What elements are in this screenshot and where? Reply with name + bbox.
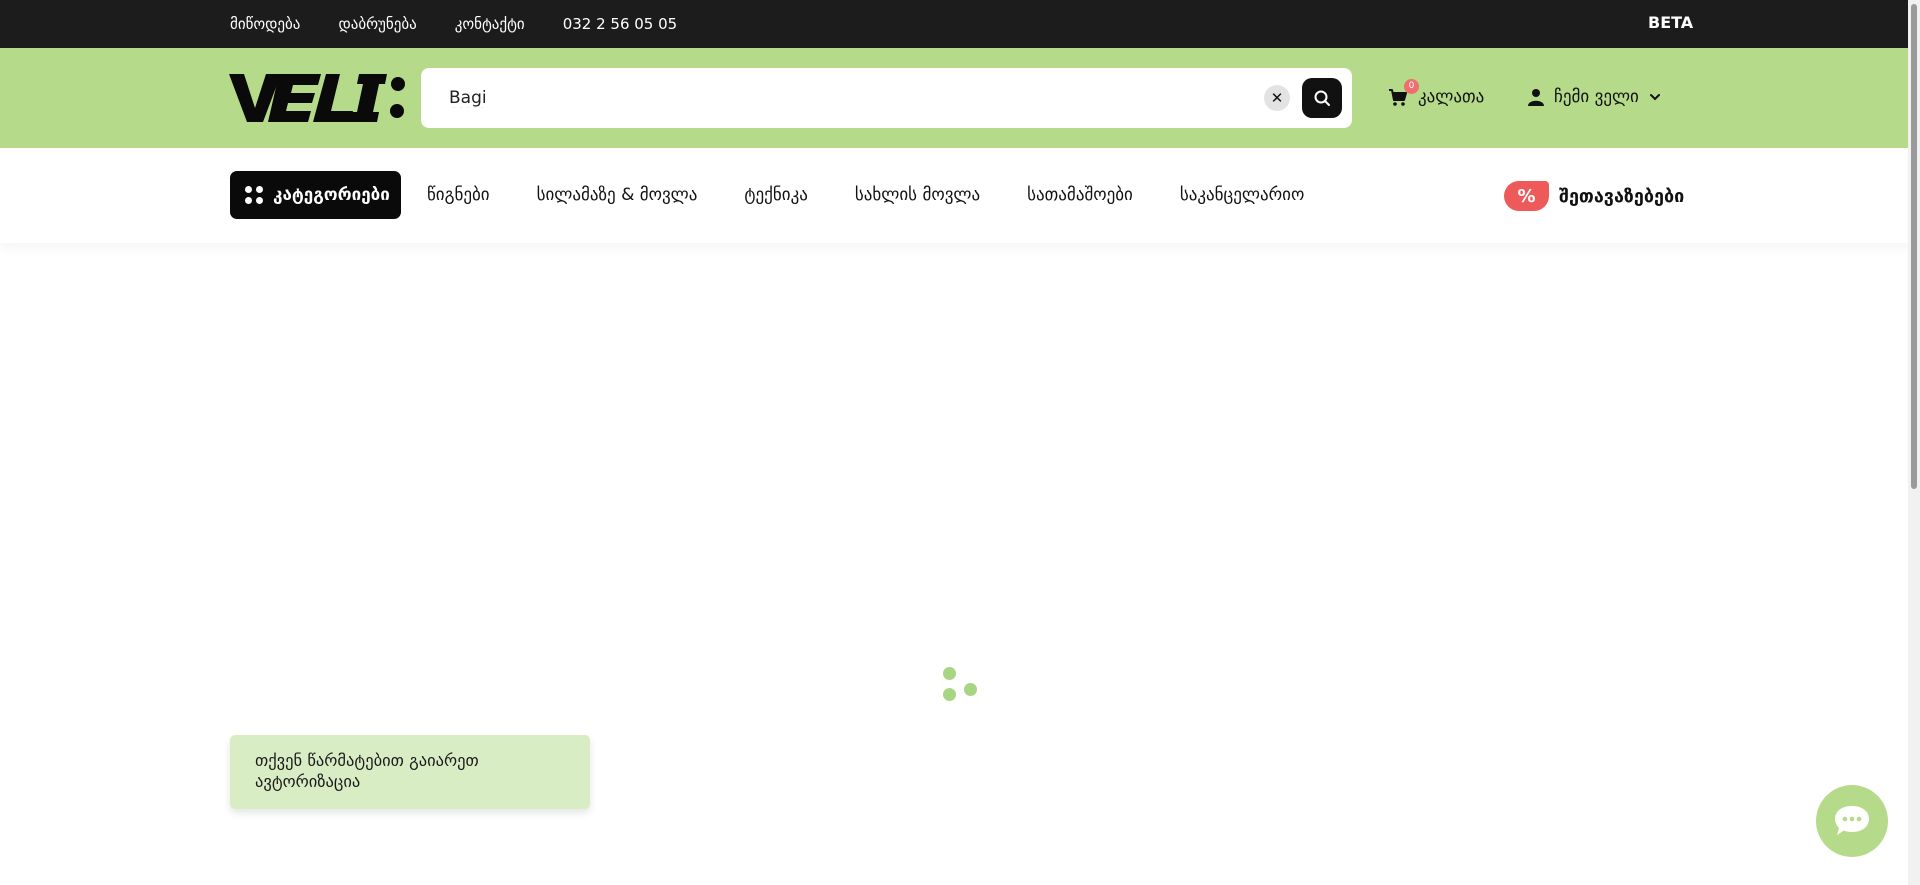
spinner-dot bbox=[943, 667, 956, 680]
categories-button[interactable]: კატეგორიები bbox=[230, 171, 401, 219]
search-icon bbox=[1314, 90, 1330, 106]
account-menu[interactable]: ჩემი ველი bbox=[1528, 82, 1661, 112]
login-success-toast: თქვენ წარმატებით გაიარეთ ავტორიზაცია bbox=[230, 735, 590, 809]
cart-button[interactable]: 0 კალათა bbox=[1388, 79, 1485, 112]
header: ✕ 0 კალათა ჩემი ველი bbox=[0, 48, 1920, 148]
offers-label: შეთავაზებები bbox=[1559, 185, 1685, 207]
chevron-down-icon bbox=[1649, 94, 1660, 101]
offers-link[interactable]: % შეთავაზებები bbox=[1504, 172, 1684, 220]
nav-link-home-care[interactable]: სახლის მოვლა bbox=[855, 185, 980, 205]
categories-label: კატეგორიები bbox=[273, 185, 390, 205]
top-bar: მიწოდება დაბრუნება კონტაქტი 032 2 56 05 … bbox=[0, 0, 1920, 48]
toast-message: თქვენ წარმატებით გაიარეთ ავტორიზაცია bbox=[255, 751, 479, 791]
close-icon: ✕ bbox=[1270, 89, 1284, 107]
nav-link-beauty[interactable]: სილამაზე & მოვლა bbox=[537, 185, 698, 205]
page-scrollbar[interactable] bbox=[1908, 0, 1920, 885]
top-links: მიწოდება დაბრუნება კონტაქტი 032 2 56 05 … bbox=[230, 0, 677, 48]
cart-count-badge: 0 bbox=[1404, 79, 1419, 94]
top-link-phone[interactable]: 032 2 56 05 05 bbox=[563, 15, 678, 33]
user-icon bbox=[1528, 89, 1544, 106]
loading-spinner bbox=[940, 667, 980, 705]
site-logo[interactable] bbox=[229, 74, 407, 122]
nav-link-toys[interactable]: სათამაშოები bbox=[1027, 185, 1133, 205]
percent-icon: % bbox=[1504, 181, 1549, 211]
cart-icon: 0 bbox=[1388, 79, 1419, 107]
top-link-delivery[interactable]: მიწოდება bbox=[230, 15, 300, 33]
search-submit-button[interactable] bbox=[1302, 78, 1342, 118]
grid-icon bbox=[245, 186, 263, 204]
scrollbar-thumb[interactable] bbox=[1911, 4, 1917, 489]
clear-search-button[interactable]: ✕ bbox=[1264, 85, 1290, 111]
beta-label: BETA bbox=[1648, 12, 1694, 32]
account-label: ჩემი ველი bbox=[1554, 87, 1639, 107]
chat-icon bbox=[1835, 806, 1869, 835]
top-link-contact[interactable]: კონტაქტი bbox=[455, 15, 525, 33]
search-box: ✕ bbox=[421, 68, 1352, 128]
category-nav: კატეგორიები წიგნები სილამაზე & მოვლა ტექ… bbox=[0, 148, 1920, 243]
cart-label: კალათა bbox=[1418, 87, 1485, 107]
nav-links: წიგნები სილამაზე & მოვლა ტექნიკა სახლის … bbox=[427, 171, 1304, 219]
spinner-dot bbox=[964, 683, 977, 696]
nav-link-stationery[interactable]: საკანცელარიო bbox=[1180, 185, 1304, 205]
top-link-returns[interactable]: დაბრუნება bbox=[338, 15, 416, 33]
search-input[interactable] bbox=[447, 82, 1227, 114]
spinner-dot bbox=[943, 688, 956, 701]
nav-link-tech[interactable]: ტექნიკა bbox=[744, 185, 807, 205]
chat-button[interactable] bbox=[1816, 785, 1888, 857]
logo-mark bbox=[229, 74, 405, 122]
nav-link-books[interactable]: წიგნები bbox=[427, 185, 490, 205]
